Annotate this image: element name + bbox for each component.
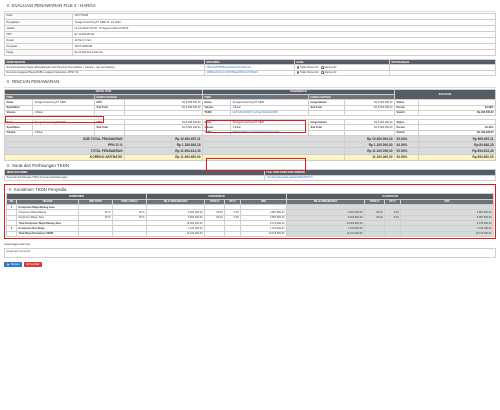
total-label: KOREKSI ARITMATIK — [4, 153, 125, 161]
cell-min — [78, 230, 113, 237]
page-title: EVALUASI PENAWARAN FILE 2 : HARGA — [12, 3, 96, 8]
total-selisih: Rp 894.600,00 — [418, 153, 496, 161]
radio-memenuhi[interactable]: Memenuhi — [321, 66, 336, 69]
table-row: Total Biaya Penawaran TKDN 11.100.000,00 1… — [6, 230, 494, 237]
radio-label: Tidak Memenuhi — [299, 66, 319, 70]
radio-memenuhi[interactable]: Memenuhi — [321, 71, 336, 74]
document-cell: 3b806ed6c1e7e17927/56ea9f466c147283dd0 — [204, 69, 295, 77]
table-row: Surat dan Perhitungan TKDN (Formal Jasa/… — [4, 174, 496, 181]
tkdn-title: Komitmen TKDN Penyedia — [14, 186, 67, 192]
result-cell: Tidak Memenuhi Memenuhi — [294, 69, 390, 77]
back-button[interactable]: ✖ Kembali — [24, 261, 42, 267]
info-row: Harga Rp 24.000.202,4.434.134 — [4, 49, 496, 57]
tkdn-link[interactable]: Ini0f7a5bd72b5747ed7aa73ab12d11ff6f0 — [233, 111, 279, 114]
tkdn-header: ☰ Komitmen TKDN Penyedia — [6, 186, 494, 194]
action-bar: 💾 Simpan ✖ Kembali — [4, 261, 496, 267]
cell-no — [6, 230, 17, 237]
cell-ktkdn — [364, 230, 386, 237]
checklist-icon: ☰ — [6, 3, 10, 8]
document-link[interactable]: 3b806ed6c1e7e17927/56ea9f466c147283dd0 — [207, 71, 258, 74]
surat-table: JENIS DOKUMEN FILE YANG DIUPLOAD VENDOR … — [4, 169, 496, 181]
radio-label: Memenuhi — [324, 66, 337, 70]
tkdn-commitment-box: ☰ Komitmen TKDN Penyedia KOMPONEN PENAWA… — [4, 183, 496, 239]
cell-hpa: 10.475.000,00 — [240, 230, 288, 237]
surat-jenis: Surat dan Perhitungan TKDN (Formal Jasa/… — [4, 174, 265, 181]
radio-tidak-memenuhi[interactable]: Tidak Memenuhi — [296, 71, 319, 75]
total-row: KOREKSI ARITMATIK Rp 11.994.600,00 11.100.… — [4, 153, 496, 161]
divider — [4, 10, 496, 12]
save-button[interactable]: 💾 Simpan — [4, 261, 23, 267]
procurement-info-table: Kode 1/KT/T/2024 Pengadaan Tenaga Outsorcin… — [4, 12, 496, 57]
rincian-title: RINCIAN PENAWARAN — [12, 79, 60, 85]
cell-pref — [111, 230, 148, 237]
keterangan-cell — [389, 69, 496, 77]
cell-tkdn — [204, 230, 226, 237]
radio-label: Tidak Memenuhi — [299, 71, 319, 75]
cell-nilai: 11.100.000,00 — [146, 230, 206, 237]
cell-kkp — [384, 230, 402, 237]
cell-knilai: 11.100.000,00 — [286, 230, 366, 237]
requirements-table: PERSYARATAN DOKUMEN HASIL KETERANGAN Surat … — [4, 59, 496, 77]
back-icon: ✖ — [26, 262, 29, 266]
info-label: Harga — [4, 49, 73, 57]
radio-circle — [321, 66, 324, 69]
requirement-text: Rencana Anggaran Biaya (RAB) Lengkap (Ke… — [4, 69, 205, 77]
cell-uraian: Total Biaya Penawaran TKDN — [16, 230, 79, 237]
tkdn-table: KOMPONEN PENAWARAN KLARIFIKASI NO URAIAN M… — [5, 193, 494, 237]
table-row: Rencana Anggaran Biaya (RAB) Lengkap (Ke… — [4, 69, 496, 77]
document-link[interactable]: 099ccb687f8bf8eade2a0e0b7b2321bdd — [207, 66, 251, 69]
info-value: Rp 24.000.202,4.434.134 — [72, 49, 496, 57]
save-label: Simpan — [10, 262, 20, 266]
evaluation-header: ☰ EVALUASI PENAWARAN FILE 2 : HARGA — [4, 2, 496, 10]
surat-title: Surat dan Perhitungan TKDN — [12, 162, 70, 168]
rincian-wrapper: DETAIL ITEM PENAWARAN EVALUASI ITEM HARG… — [3, 88, 496, 171]
divider — [4, 86, 496, 88]
total-penawaran: 11.100.000,00 — [344, 153, 396, 161]
back-label: Kembali — [29, 262, 40, 266]
surat-header: ☰ Surat dan Perhitungan TKDN — [4, 162, 496, 170]
keterangan-label: Keterangan lainnya: — [4, 241, 31, 246]
group-header-evaluasi: EVALUASI — [394, 88, 496, 101]
radio-tidak-memenuhi[interactable]: Tidak Memenuhi — [296, 66, 319, 70]
rincian-table: DETAIL ITEM PENAWARAN EVALUASI ITEM HARG… — [3, 88, 496, 161]
total-spacer — [202, 153, 346, 161]
total-hps: Rp 11.994.600,00 — [123, 153, 204, 161]
radio-label: Memenuhi — [324, 71, 337, 75]
page: ☰ EVALUASI PENAWARAN FILE 2 : HARGA Kode… — [0, 0, 500, 410]
tkdn-link[interactable]: bff5b803f8b5a4cb1767f1494b8c99ef2b0ff — [233, 131, 279, 134]
keterangan-textarea[interactable] — [4, 247, 496, 258]
total-percent: 92.54% — [394, 153, 420, 161]
list-icon: ☰ — [6, 79, 10, 84]
radio-circle — [296, 71, 300, 75]
list-icon: ☰ — [8, 187, 12, 192]
radio-circle — [296, 66, 300, 69]
cell-kp — [224, 230, 242, 237]
save-icon: 💾 — [6, 262, 10, 266]
list-icon: ☰ — [6, 163, 10, 168]
surat-file-link[interactable]: 7c1c22e4bde2ba41aa0b6ed8d4b0f62372 — [267, 176, 313, 179]
radio-circle — [321, 71, 324, 75]
cell-khpa: 10.475.000,00 — [400, 230, 494, 237]
rincian-header: ☰ RINCIAN PENAWARAN — [4, 78, 496, 86]
